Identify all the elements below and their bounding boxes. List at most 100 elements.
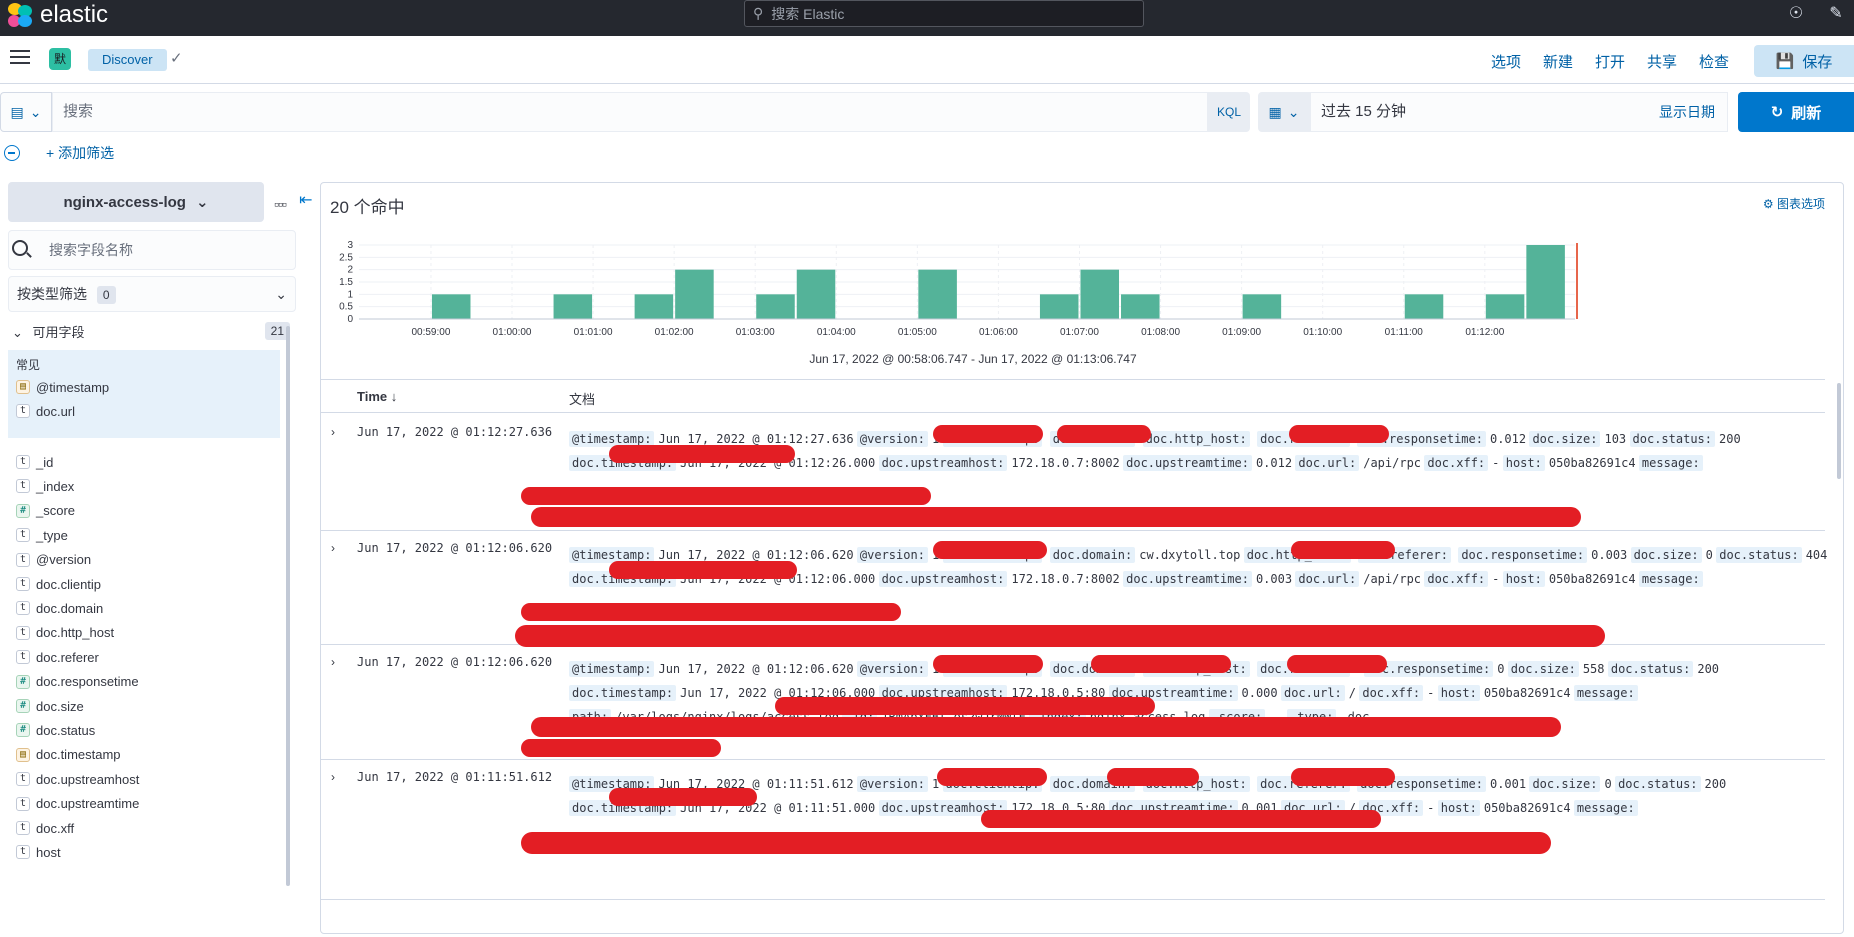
histogram-chart[interactable]: 00.5 11.52 2.53 00:59:00 01:00:00 01:01:00 01:…: [321, 235, 1844, 355]
field-item[interactable]: t _id: [16, 452, 53, 472]
field-key: doc.domain:: [1049, 547, 1136, 563]
histogram-bar[interactable]: [1485, 294, 1525, 319]
menu-icon[interactable]: [10, 50, 30, 66]
field-value: 050ba82691c4: [1483, 801, 1571, 815]
field-item[interactable]: t _type: [16, 525, 68, 545]
histogram-bar[interactable]: [634, 294, 674, 319]
filter-bar: + 添加筛选: [0, 142, 114, 164]
field-type-icon: #: [16, 699, 30, 713]
y-tick-label: 1.5: [339, 277, 353, 288]
common-field-item[interactable]: ▤ @timestamp: [16, 377, 109, 397]
field-item[interactable]: t doc.upstreamtime: [16, 794, 139, 814]
add-filter-link[interactable]: + 添加筛选: [46, 143, 114, 163]
type-filter-button[interactable]: 按类型筛选 0 ⌄: [8, 276, 296, 312]
histogram-bar[interactable]: [796, 269, 836, 319]
field-item[interactable]: # doc.size: [16, 696, 84, 716]
field-item[interactable]: t doc.http_host: [16, 623, 114, 643]
sidebar-scrollbar[interactable]: [286, 326, 290, 886]
redaction-mark: [933, 541, 1047, 559]
histogram-bar[interactable]: [1121, 294, 1160, 319]
field-value: 0.003: [1255, 572, 1293, 586]
field-item[interactable]: t _index: [16, 476, 74, 496]
help-icon[interactable]: ☉: [1786, 3, 1806, 23]
share-link[interactable]: 共享: [1647, 51, 1677, 72]
query-input[interactable]: 搜索: [52, 92, 1208, 132]
field-type-icon: t: [16, 845, 30, 860]
x-tick-label: 01:05:00: [898, 327, 937, 338]
field-value-pair: message:: [1573, 685, 1642, 701]
field-name: doc.upstreamtime: [36, 796, 140, 812]
field-item[interactable]: t doc.clientip: [16, 574, 101, 594]
field-type-icon: t: [16, 455, 30, 469]
inspect-link[interactable]: 检查: [1699, 51, 1729, 72]
collapse-sidebar-icon[interactable]: ⇤: [299, 190, 312, 210]
histogram-bar[interactable]: [675, 269, 714, 319]
redaction-mark: [933, 425, 1043, 443]
field-value: 0.001: [1489, 777, 1527, 791]
chart-options-button[interactable]: ⚙ 图表选项: [1763, 195, 1825, 212]
field-item[interactable]: ▤ doc.timestamp: [16, 745, 121, 765]
redaction-mark: [1107, 768, 1199, 786]
field-key: doc.http_host:: [1142, 431, 1250, 447]
date-quick-menu-button[interactable]: ▦ ⌄: [1258, 92, 1310, 132]
more-options-icon[interactable]: ▫▫▫: [274, 196, 287, 212]
filter-menu-icon[interactable]: [4, 145, 20, 161]
open-link[interactable]: 打开: [1595, 51, 1625, 72]
query-language-button[interactable]: KQL: [1208, 92, 1250, 132]
available-fields-header[interactable]: ⌄ 可用字段 21: [12, 322, 290, 342]
field-value: 404: [1805, 548, 1828, 562]
show-dates-link[interactable]: 显示日期: [1659, 93, 1715, 131]
histogram-bar[interactable]: [1526, 245, 1565, 319]
field-value-pair: @timestamp: Jun 17, 2022 @ 01:12:06.620: [569, 661, 854, 677]
histogram-bar[interactable]: [553, 294, 593, 319]
column-header-time[interactable]: Time ↓: [357, 389, 397, 404]
field-item[interactable]: t doc.xff: [16, 818, 74, 838]
expand-row-icon[interactable]: ›: [331, 655, 347, 671]
field-item[interactable]: t doc.upstreamhost: [16, 769, 139, 789]
save-button[interactable]: 💾 保存: [1754, 45, 1854, 77]
field-item[interactable]: t doc.referer: [16, 647, 99, 667]
user-menu-icon[interactable]: ✎: [1826, 3, 1846, 23]
field-key: @version:: [856, 547, 928, 563]
field-key: doc.status:: [1629, 431, 1715, 447]
results-scrollbar[interactable]: [1837, 383, 1841, 479]
space-avatar[interactable]: 默: [49, 48, 71, 70]
field-item[interactable]: t host: [16, 842, 61, 862]
common-field-item[interactable]: t doc.url: [16, 401, 75, 421]
histogram-bar[interactable]: [431, 294, 471, 319]
histogram-bar[interactable]: [918, 269, 957, 319]
field-type-icon: t: [16, 528, 30, 543]
options-link[interactable]: 选项: [1491, 51, 1521, 72]
histogram-bar[interactable]: [1039, 294, 1079, 319]
index-pattern-label: nginx-access-log: [63, 193, 186, 211]
breadcrumb-discover[interactable]: Discover: [88, 49, 167, 71]
global-search-input[interactable]: ⚲ 搜索 Elastic: [744, 0, 1144, 27]
field-type-icon: ▤: [16, 380, 30, 394]
histogram-bar[interactable]: [1080, 269, 1120, 319]
field-value-pair: doc.url:/api/rpc: [1295, 455, 1421, 471]
expand-row-icon[interactable]: ›: [331, 770, 347, 786]
index-pattern-picker[interactable]: nginx-access-log ⌄: [8, 182, 264, 222]
field-value-pair: doc.upstreamtime: 0.012: [1123, 455, 1292, 471]
refresh-button[interactable]: ↻ 刷新: [1738, 92, 1854, 132]
field-key: @version:: [856, 776, 928, 792]
chevron-down-icon: ⌄: [29, 103, 42, 120]
field-item[interactable]: t doc.domain: [16, 598, 103, 618]
expand-row-icon[interactable]: ›: [331, 425, 347, 441]
histogram-bar[interactable]: [1404, 294, 1444, 319]
field-item[interactable]: # doc.responsetime: [16, 672, 139, 692]
saved-query-button[interactable]: ▤ ⌄: [0, 92, 52, 132]
histogram-bar[interactable]: [1242, 294, 1282, 319]
new-link[interactable]: 新建: [1543, 51, 1573, 72]
field-search-input[interactable]: 搜索字段名称: [8, 230, 296, 270]
field-item[interactable]: # _score: [16, 501, 75, 521]
date-range-display[interactable]: 过去 15 分钟 显示日期: [1310, 92, 1728, 132]
field-item[interactable]: # doc.status: [16, 720, 95, 740]
field-key: doc.url:: [1295, 571, 1360, 587]
field-item[interactable]: t @version: [16, 550, 91, 570]
expand-row-icon[interactable]: ›: [331, 541, 347, 557]
elastic-logo[interactable]: elastic: [6, 1, 108, 29]
histogram-bar[interactable]: [756, 294, 795, 319]
field-key: doc.xff:: [1424, 571, 1489, 587]
field-type-icon: #: [16, 723, 30, 738]
